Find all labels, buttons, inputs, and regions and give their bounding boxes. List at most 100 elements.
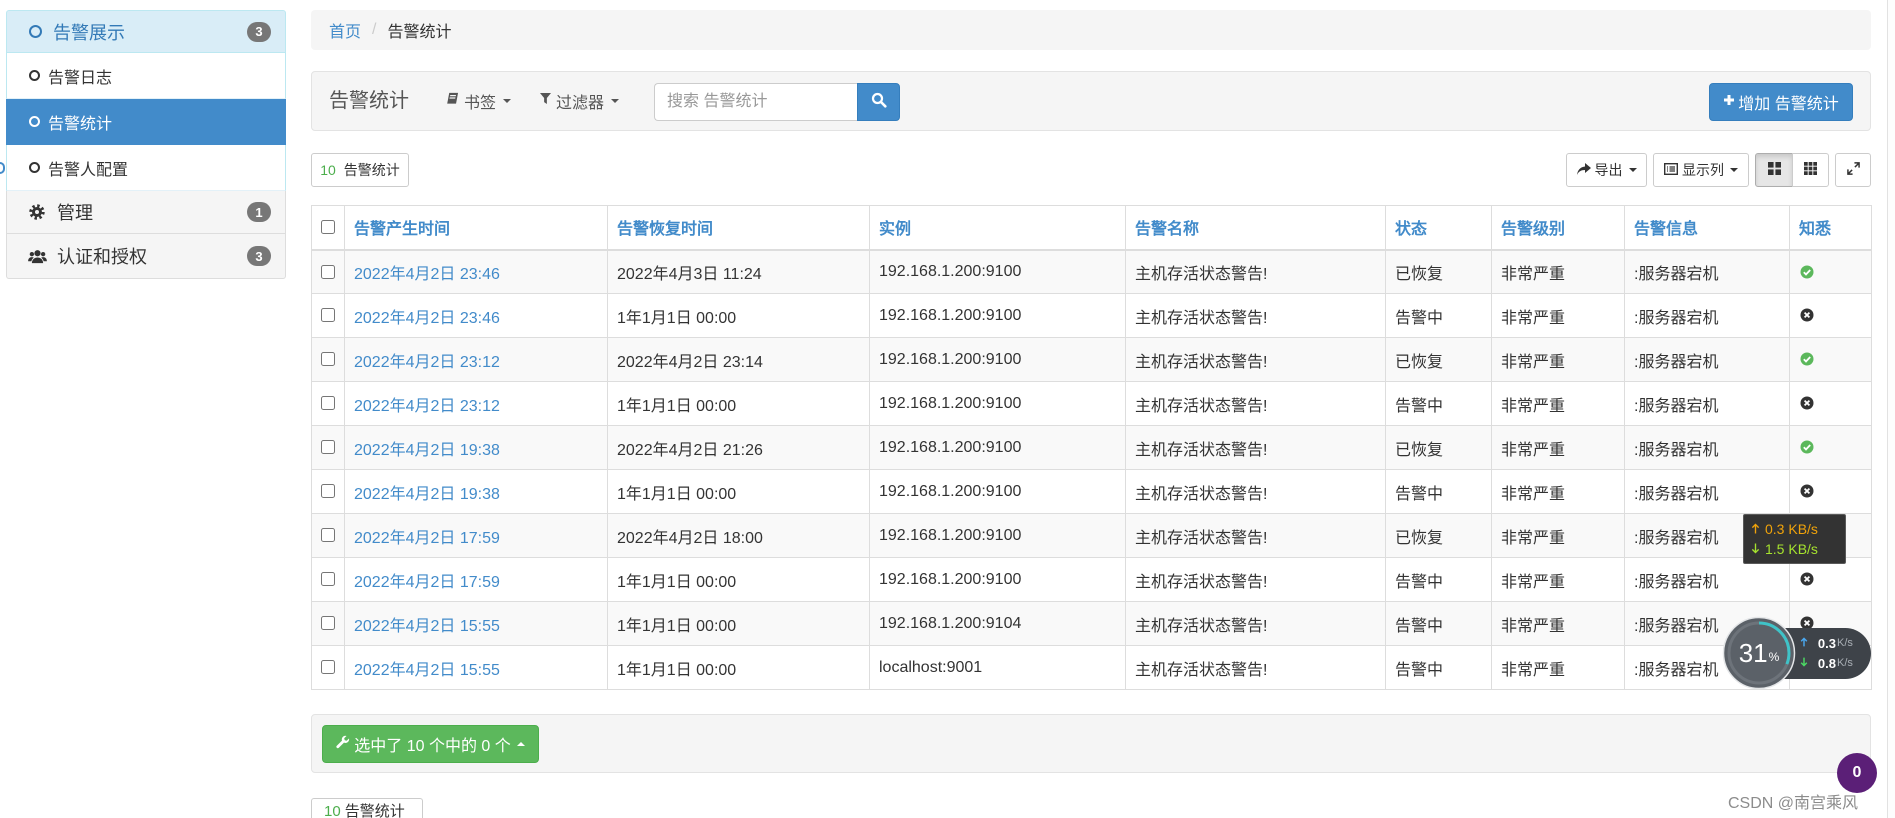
table-body: 2022年4月2日 23:46 2022年4月3日 11:24 192.168.1.… [311, 249, 1872, 690]
add-button-label: 增加 告警统计 [1738, 96, 1839, 113]
instance-cell: 192.168.1.200:9104 [869, 601, 1126, 646]
bookmarks-dropdown[interactable]: 书签 [446, 72, 512, 130]
filter-dropdown[interactable]: 过滤器 [540, 72, 620, 130]
page-scrollbar[interactable] [1887, 0, 1895, 818]
breadcrumb-home-link[interactable]: 首页 [329, 18, 361, 42]
view-small-grid-button[interactable] [1792, 153, 1829, 187]
table-row[interactable]: 2022年4月2日 23:46 1年1月1日 00:00 192.168.1.200… [311, 293, 1872, 338]
row-checkbox[interactable] [321, 308, 335, 323]
col-alert-level-sort-link[interactable]: 告警级别 [1501, 221, 1565, 238]
alert-level: 非常严重 [1501, 265, 1566, 283]
instance-cell: 192.168.1.200:9100 [869, 381, 1126, 426]
col-recovered-time-sort-link[interactable]: 告警恢复时间 [617, 221, 713, 238]
col-acknowledged-sort-link[interactable]: 知悉 [1799, 221, 1831, 238]
alert-info-cell: :服务器宕机 [1624, 249, 1790, 294]
table-row[interactable]: 2022年4月2日 23:12 1年1月1日 00:00 192.168.1.200… [311, 381, 1872, 426]
table-row[interactable]: 2022年4月2日 17:59 2022年4月2日 18:00 192.168.1.… [311, 513, 1872, 558]
alert-info-cell: :服务器宕机 [1624, 337, 1790, 382]
caret-down-icon [611, 99, 620, 103]
times-circle-icon[interactable] [1800, 484, 1814, 498]
alert-recovered-time: 1年1月1日 00:00 [617, 573, 737, 591]
alert-created-time-cell: 2022年4月2日 17:59 [344, 557, 608, 602]
col-alert-level-header: 告警级别 [1491, 205, 1625, 251]
table-row[interactable]: 2022年4月2日 19:38 1年1月1日 00:00 192.168.1.200… [311, 469, 1872, 514]
row-checkbox[interactable] [321, 484, 335, 499]
alert-detail-link[interactable]: 2022年4月2日 23:46 [354, 310, 500, 327]
alert-detail-link[interactable]: 2022年4月2日 15:55 [354, 662, 500, 679]
columns-dropdown[interactable]: 显示列 [1653, 153, 1749, 187]
row-checkbox[interactable] [321, 396, 335, 411]
add-alert-statistics-button[interactable]: 增加 告警统计 [1709, 83, 1853, 121]
check-circle-icon[interactable] [1800, 440, 1814, 454]
table-row[interactable]: 2022年4月2日 19:38 2022年4月2日 21:26 192.168.1.… [311, 425, 1872, 470]
alert-name: 主机存活状态警告! [1135, 353, 1268, 371]
col-status-sort-link[interactable]: 状态 [1395, 221, 1427, 238]
sidebar-group-alert-display[interactable]: 告警展示 3 [6, 10, 286, 53]
row-checkbox[interactable] [321, 572, 335, 587]
record-count-button[interactable]: 10 告警统计 [311, 153, 409, 187]
sidebar-item-alert-log[interactable]: 告警日志 [6, 53, 286, 99]
row-select-cell [311, 513, 345, 558]
row-checkbox[interactable] [321, 264, 335, 279]
alert-detail-link[interactable]: 2022年4月2日 15:55 [354, 618, 500, 635]
check-circle-icon[interactable] [1800, 352, 1814, 366]
alert-detail-link[interactable]: 2022年4月2日 19:38 [354, 442, 500, 459]
col-alert-info-sort-link[interactable]: 告警信息 [1634, 221, 1698, 238]
col-created-time-header: 告警产生时间 [344, 205, 608, 251]
alert-detail-link[interactable]: 2022年4月2日 17:59 [354, 574, 500, 591]
alert-recovered-time: 2022年4月2日 21:26 [617, 441, 763, 459]
table-row[interactable]: 2022年4月2日 15:55 1年1月1日 00:00 localhost:900… [311, 645, 1872, 690]
resource-usage-gauge[interactable]: 31% [1722, 616, 1796, 690]
table-row[interactable]: 2022年4月2日 23:12 2022年4月2日 23:14 192.168.1.… [311, 337, 1872, 382]
status: 告警中 [1395, 661, 1444, 679]
times-circle-icon[interactable] [1800, 396, 1814, 410]
list-toolbar: 告警统计 书签 过滤器 增加 告警统计 [311, 71, 1871, 131]
sidebar-edge-handle[interactable] [0, 162, 5, 174]
alert-info-cell: :服务器宕机 [1624, 381, 1790, 426]
sidebar-group-management[interactable]: 管理 1 [6, 191, 286, 234]
alert-created-time-cell: 2022年4月2日 19:38 [344, 469, 608, 514]
record-count: 10 [324, 803, 341, 818]
row-checkbox[interactable] [321, 660, 335, 675]
selection-actions-button[interactable]: 选中了 10 个中的 0 个 [322, 725, 539, 763]
caret-down-icon [503, 99, 512, 103]
col-instance-sort-link[interactable]: 实例 [879, 221, 911, 238]
row-checkbox[interactable] [321, 440, 335, 455]
alert-detail-link[interactable]: 2022年4月2日 17:59 [354, 530, 500, 547]
col-recovered-time-header: 告警恢复时间 [607, 205, 870, 251]
sidebar-group-auth[interactable]: 认证和授权 3 [6, 234, 286, 279]
table-row[interactable]: 2022年4月2日 17:59 1年1月1日 00:00 192.168.1.200… [311, 557, 1872, 602]
view-large-grid-button[interactable] [1755, 153, 1793, 187]
instance-cell: 192.168.1.200:9100 [869, 557, 1126, 602]
search-input[interactable] [654, 83, 857, 121]
row-checkbox[interactable] [321, 616, 335, 631]
alert-detail-link[interactable]: 2022年4月2日 23:46 [354, 266, 500, 283]
fullscreen-button[interactable] [1835, 153, 1871, 187]
export-dropdown[interactable]: 导出 [1566, 153, 1647, 187]
table-row[interactable]: 2022年4月2日 15:55 1年1月1日 00:00 192.168.1.200… [311, 601, 1872, 646]
network-speed-widget[interactable]: 0.3 KB/s 1.5 KB/s [1743, 514, 1846, 564]
check-circle-icon[interactable] [1800, 265, 1814, 279]
sidebar-item-alert-contacts[interactable]: 告警人配置 [6, 145, 286, 191]
times-circle-icon[interactable] [1800, 308, 1814, 322]
col-alert-name-sort-link[interactable]: 告警名称 [1135, 221, 1199, 238]
select-all-checkbox[interactable] [321, 220, 335, 235]
alert-detail-link[interactable]: 2022年4月2日 23:12 [354, 354, 500, 371]
sidebar-item-alert-statistics[interactable]: 告警统计 [6, 99, 286, 145]
alert-name-cell: 主机存活状态警告! [1125, 249, 1386, 294]
footer-record-count-button[interactable]: 10 告警统计 [311, 798, 423, 818]
alert-info: :服务器宕机 [1634, 353, 1719, 371]
col-created-time-sort-link[interactable]: 告警产生时间 [354, 221, 450, 238]
table-row[interactable]: 2022年4月2日 23:46 2022年4月3日 11:24 192.168.1.… [311, 249, 1872, 294]
row-select-cell [311, 645, 345, 690]
row-checkbox[interactable] [321, 528, 335, 543]
alert-created-time-cell: 2022年4月2日 23:46 [344, 293, 608, 338]
monitor-upload-line: 0.3 K/s [1800, 633, 1871, 653]
alert-info: :服务器宕机 [1634, 529, 1719, 547]
alert-detail-link[interactable]: 2022年4月2日 19:38 [354, 486, 500, 503]
alert-detail-link[interactable]: 2022年4月2日 23:12 [354, 398, 500, 415]
times-circle-icon[interactable] [1800, 572, 1814, 586]
search-button[interactable] [857, 83, 900, 121]
row-checkbox[interactable] [321, 352, 335, 367]
notification-badge[interactable]: 0 [1837, 753, 1877, 793]
